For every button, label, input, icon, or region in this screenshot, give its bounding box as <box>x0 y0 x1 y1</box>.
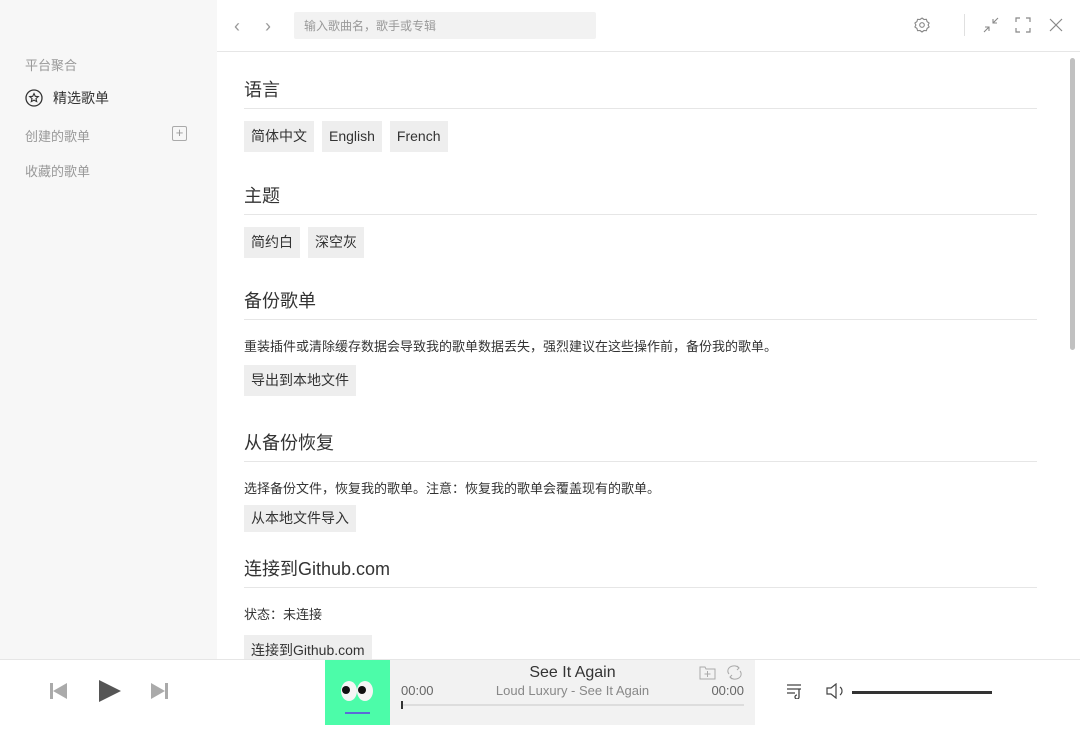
theme-section: 主题 简约白 深空灰 <box>244 182 1037 258</box>
progress-handle[interactable] <box>401 701 403 709</box>
next-icon[interactable] <box>151 682 168 700</box>
minimize-icon[interactable] <box>982 16 1000 34</box>
album-cover[interactable] <box>325 660 390 725</box>
github-section: 连接到Github.com 状态：未连接 连接到Github.com <box>244 555 1037 659</box>
add-playlist-button[interactable]: + <box>172 126 187 141</box>
song-artist: Loud Luxury - See It Again <box>495 683 650 698</box>
divider <box>964 14 965 36</box>
star-icon <box>25 89 43 107</box>
language-section: 语言 简体中文 English French <box>244 76 1037 152</box>
progress-bar[interactable] <box>401 701 744 709</box>
back-button[interactable]: ‹ <box>234 16 240 37</box>
repeat-icon[interactable] <box>726 665 743 680</box>
header: ‹ › <box>217 0 1080 52</box>
album-art-eyes <box>341 681 373 714</box>
fullscreen-icon[interactable] <box>1014 16 1032 34</box>
play-icon[interactable] <box>98 679 122 703</box>
sidebar-section-collected: 收藏的歌单 <box>25 164 91 179</box>
sidebar-section-created: 创建的歌单 <box>25 129 91 144</box>
backup-description: 重装插件或清除缓存数据会导致我的歌单数据丢失，强烈建议在这些操作前，备份我的歌单… <box>244 339 778 354</box>
language-option-zh[interactable]: 简体中文 <box>244 121 314 152</box>
theme-option-gray[interactable]: 深空灰 <box>308 227 364 258</box>
close-icon[interactable] <box>1047 16 1065 34</box>
restore-description: 选择备份文件，恢复我的歌单。注意：恢复我的歌单会覆盖现有的歌单。 <box>244 481 661 496</box>
connect-github-button[interactable]: 连接到Github.com <box>244 635 372 659</box>
playlist-icon[interactable] <box>786 683 804 699</box>
now-playing-info: See It Again 00:00 Loud Luxury - See It … <box>390 660 755 725</box>
section-title: 备份歌单 <box>244 291 316 311</box>
gear-icon[interactable] <box>913 16 931 34</box>
language-option-fr[interactable]: French <box>389 121 448 152</box>
volume-icon[interactable] <box>826 683 846 699</box>
section-title: 从备份恢复 <box>244 433 334 453</box>
scrollbar[interactable] <box>1070 58 1075 350</box>
sidebar: 平台聚合 精选歌单 创建的歌单 + 收藏的歌单 <box>0 0 217 659</box>
volume-slider[interactable] <box>852 691 992 694</box>
section-title: 连接到Github.com <box>244 559 391 579</box>
export-button[interactable]: 导出到本地文件 <box>244 365 356 396</box>
section-title: 语言 <box>244 80 280 100</box>
backup-section: 备份歌单 重装插件或清除缓存数据会导致我的歌单数据丢失，强烈建议在这些操作前，备… <box>244 287 1037 396</box>
forward-button[interactable]: › <box>265 16 271 37</box>
previous-icon[interactable] <box>50 682 67 700</box>
github-status: 状态：未连接 <box>244 607 323 622</box>
sidebar-item-label: 精选歌单 <box>53 90 109 106</box>
sidebar-item-featured[interactable]: 精选歌单 <box>25 88 109 108</box>
import-button[interactable]: 从本地文件导入 <box>244 505 356 532</box>
restore-section: 从备份恢复 选择备份文件，恢复我的歌单。注意：恢复我的歌单会覆盖现有的歌单。 从… <box>244 429 1037 532</box>
duration: 00:00 <box>711 683 744 698</box>
player-bar: See It Again 00:00 Loud Luxury - See It … <box>0 659 1080 725</box>
settings-content: 语言 简体中文 English French 主题 简约白 深空灰 备份歌单 重… <box>217 53 1067 659</box>
section-title: 主题 <box>244 186 280 206</box>
sidebar-section-platform: 平台聚合 <box>25 58 78 73</box>
add-to-playlist-icon[interactable] <box>699 665 716 680</box>
theme-option-white[interactable]: 简约白 <box>244 227 300 258</box>
language-option-en[interactable]: English <box>322 121 382 152</box>
search-input[interactable] <box>294 12 596 39</box>
